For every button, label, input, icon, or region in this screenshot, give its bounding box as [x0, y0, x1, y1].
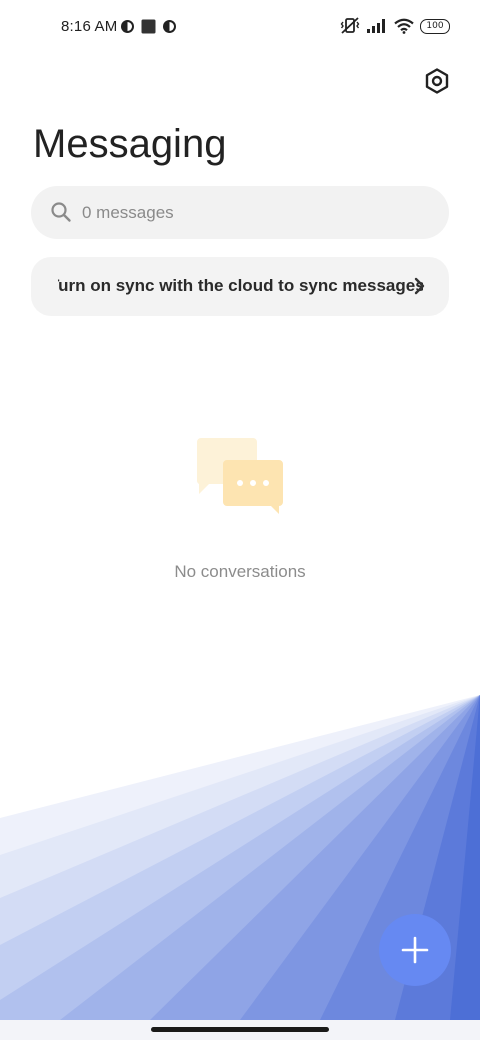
plus-icon	[401, 936, 429, 964]
navigation-bar	[0, 1020, 480, 1040]
status-bar: 8:16 AM 100	[0, 0, 480, 56]
empty-state-text: No conversations	[174, 562, 306, 581]
gear-icon	[425, 68, 449, 94]
sync-text-container: Turn on sync with the cloud to sync mess…	[58, 257, 423, 316]
circle-half-icon	[163, 20, 176, 33]
search-bar[interactable]	[31, 186, 449, 239]
sync-banner[interactable]: Turn on sync with the cloud to sync mess…	[31, 257, 449, 316]
battery-icon: 100	[420, 18, 450, 34]
square-icon	[141, 19, 156, 34]
status-left-icons	[120, 19, 177, 34]
circle-half-icon	[121, 20, 134, 33]
status-right-icons: 100	[340, 17, 450, 35]
new-message-button[interactable]	[379, 914, 451, 986]
search-input[interactable]	[82, 186, 422, 239]
home-indicator[interactable]	[151, 1027, 329, 1032]
settings-button[interactable]	[422, 66, 452, 96]
search-icon	[51, 202, 71, 222]
signal-icon	[367, 19, 385, 33]
chevron-right-icon	[414, 277, 425, 295]
status-time: 8:16 AM	[61, 18, 118, 35]
chat-bubbles-icon	[196, 438, 283, 514]
sync-banner-text: Turn on sync with the cloud to sync mess…	[58, 276, 423, 295]
vibrate-off-icon	[340, 17, 360, 34]
wifi-icon	[394, 18, 414, 34]
page-title: Messaging	[33, 122, 227, 166]
